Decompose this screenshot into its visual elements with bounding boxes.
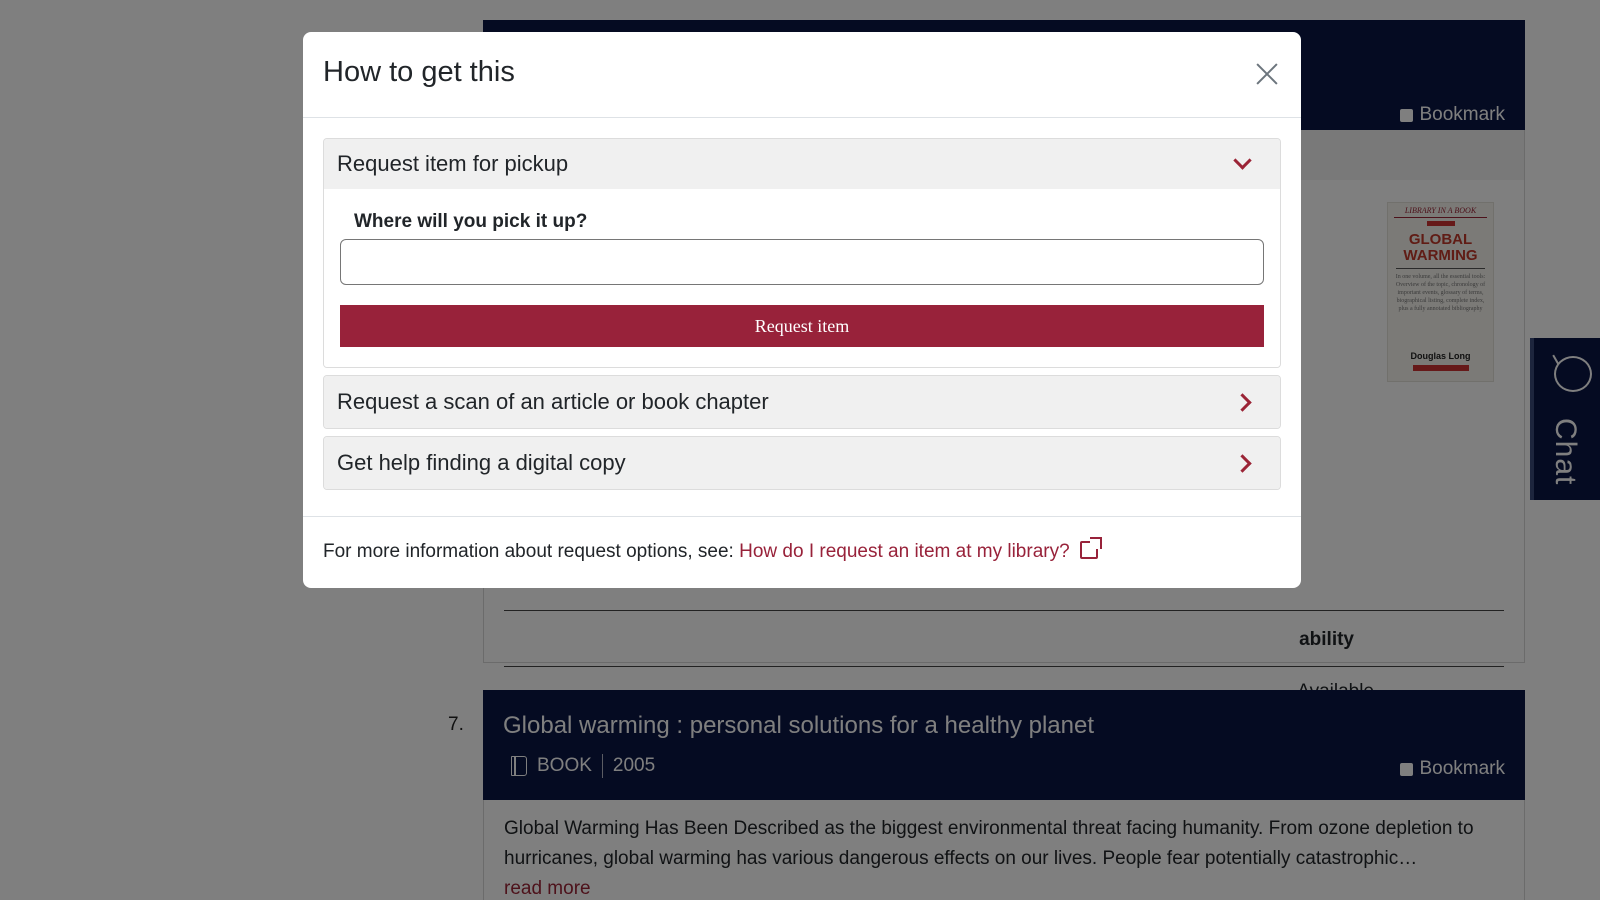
modal-body: Request item for pickup Where will you p… (303, 118, 1301, 490)
accordion-toggle-scan[interactable]: Request a scan of an article or book cha… (324, 376, 1280, 428)
request-help-link[interactable]: How do I request an item at my library? (739, 537, 1102, 562)
accordion-toggle-pickup[interactable]: Request item for pickup (324, 139, 1280, 189)
accordion-label: Get help finding a digital copy (337, 450, 626, 475)
accordion-item-digital-copy: Get help finding a digital copy (323, 436, 1281, 490)
request-help-link-text: How do I request an item at my library? (739, 541, 1070, 562)
request-item-button[interactable]: Request item (340, 305, 1264, 347)
footer-text: For more information about request optio… (323, 541, 734, 562)
chevron-right-icon (1233, 453, 1252, 473)
modal-footer: For more information about request optio… (303, 516, 1301, 588)
pickup-location-input[interactable] (340, 239, 1264, 285)
modal-title: How to get this (323, 56, 515, 88)
accordion-toggle-digital-copy[interactable]: Get help finding a digital copy (324, 437, 1280, 489)
close-icon[interactable] (1251, 58, 1283, 90)
chevron-right-icon (1233, 392, 1252, 412)
accordion-item-pickup: Request item for pickup Where will you p… (323, 138, 1281, 368)
accordion-panel-pickup: Where will you pick it up? Request item (324, 189, 1280, 367)
accordion-item-scan: Request a scan of an article or book cha… (323, 375, 1281, 429)
accordion-label: Request item for pickup (337, 151, 569, 176)
chevron-down-icon (1233, 150, 1252, 170)
pickup-location-label: Where will you pick it up? (354, 211, 588, 232)
external-link-icon (1079, 537, 1102, 559)
how-to-get-this-dialog: How to get this Request item for pickup … (303, 32, 1301, 588)
accordion-label: Request a scan of an article or book cha… (337, 389, 769, 414)
modal-header: How to get this (303, 32, 1301, 118)
